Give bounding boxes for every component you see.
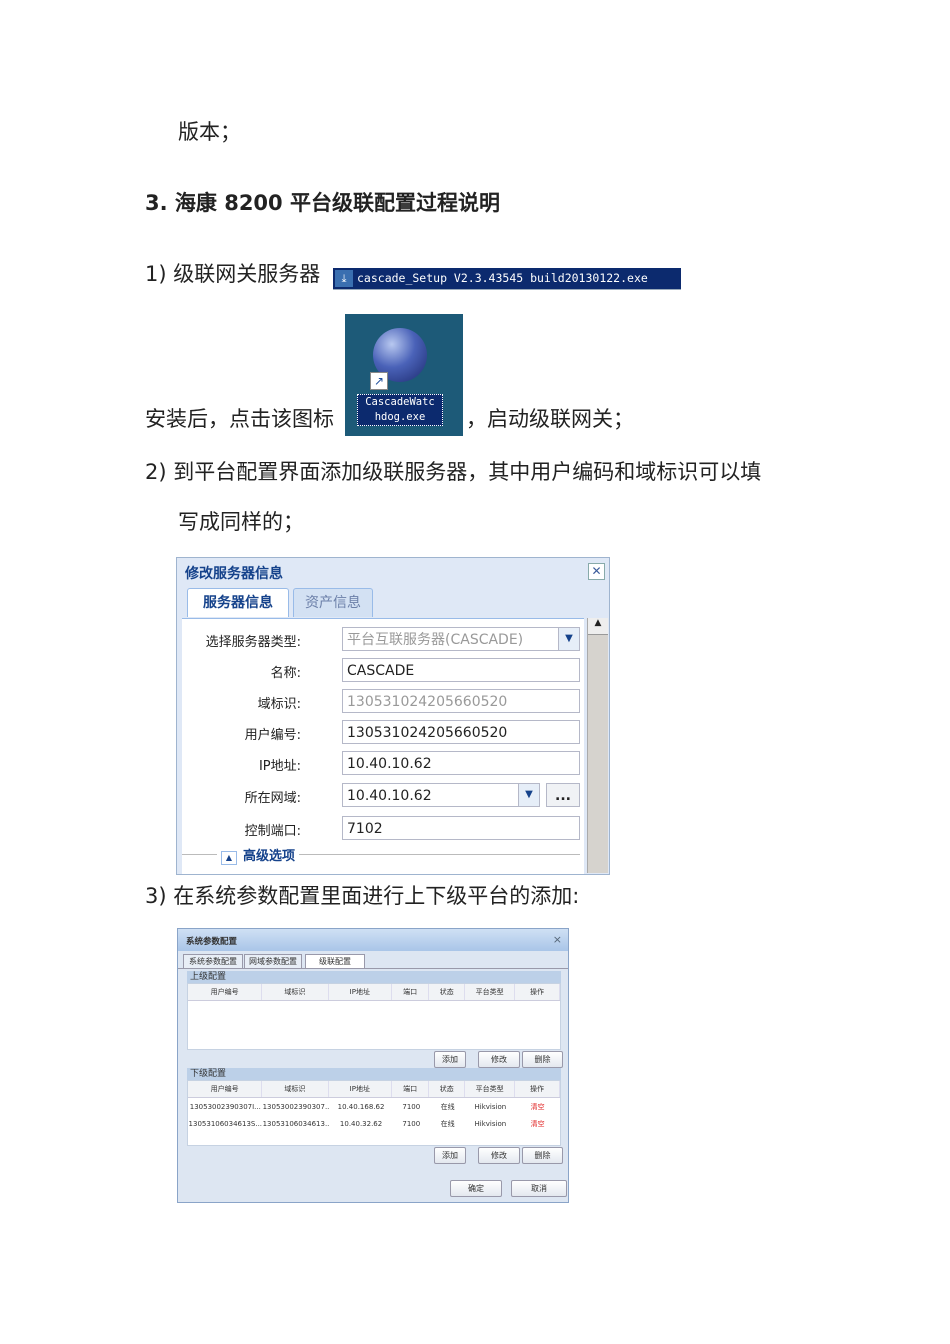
form-panel: 选择服务器类型: 平台互联服务器(CASCADE) ▼ 名称: CASCADE 域…	[182, 618, 584, 874]
column-header[interactable]: 用户编号	[188, 984, 263, 1000]
upper-config-header: 上级配置	[187, 971, 561, 983]
table-header-row: 用户编号 域标识 IP地址 端口 状态 平台类型 操作	[188, 984, 560, 1001]
network-domain-select[interactable]: 10.40.10.62 ▼	[342, 783, 540, 807]
lower-add-button[interactable]: 添加	[434, 1147, 466, 1164]
modify-server-dialog: 修改服务器信息 ✕ 服务器信息 资产信息 选择服务器类型: 平台互联服务器(CA…	[176, 557, 610, 875]
table-cell: 13053002390307...	[262, 1103, 330, 1111]
table-cell: 13053002390307I...	[189, 1103, 261, 1111]
user-id-input[interactable]: 130531024205660520	[342, 720, 580, 744]
system-params-dialog: 系统参数配置 × 系统参数配置 网域参数配置 级联配置 上级配置 用户编号 域标识 I…	[177, 928, 569, 1203]
chevron-down-icon[interactable]: ▼	[518, 784, 539, 806]
scroll-up-icon[interactable]: ▲	[588, 618, 608, 635]
tab-server-info[interactable]: 服务器信息	[187, 588, 289, 617]
tab-network-domain-params[interactable]: 网域参数配置	[244, 954, 302, 968]
table-cell: 10.40.168.62	[337, 1103, 385, 1111]
more-button[interactable]: ...	[546, 783, 580, 807]
column-header[interactable]: 平台类型	[465, 1081, 516, 1097]
advanced-options-toggle[interactable]: ▲ 高级选项	[217, 845, 300, 865]
upper-config-table: 用户编号 域标识 IP地址 端口 状态 平台类型 操作	[187, 983, 561, 1050]
label-name: 名称:	[270, 666, 301, 681]
clear-link[interactable]: 清空	[515, 1116, 560, 1133]
upper-modify-button[interactable]: 修改	[478, 1051, 520, 1068]
label-control-port: 控制端口:	[244, 824, 301, 839]
document-page: 版本； 3. 海康 8200 平台级联配置过程说明 1) 级联网关服务器 ⤓ ca…	[0, 0, 950, 1344]
table-cell: 13053106034613...	[262, 1120, 330, 1128]
tab-cascade-config[interactable]: 级联配置	[305, 954, 365, 968]
label-ip: IP地址:	[258, 759, 301, 774]
label-user-id: 用户编号:	[244, 728, 301, 743]
label-domain-id: 域标识:	[257, 697, 301, 712]
table-cell: 在线	[440, 1120, 455, 1128]
column-header[interactable]: 状态	[429, 984, 466, 1000]
server-type-select[interactable]: 平台互联服务器(CASCADE) ▼	[342, 627, 580, 651]
shortcut-arrow-icon: ↗	[370, 372, 388, 390]
close-icon[interactable]: ✕	[588, 563, 605, 580]
upper-delete-button[interactable]: 删除	[522, 1051, 563, 1068]
clear-link[interactable]: 清空	[515, 1099, 560, 1116]
table-cell: 13053106034613S...	[188, 1120, 263, 1128]
column-header[interactable]: 域标识	[262, 1081, 329, 1097]
installer-filename: cascade_Setup V2.3.43545 build20130122.e…	[357, 271, 648, 285]
table-cell: Hikvision	[474, 1103, 507, 1111]
table-cell: 7100	[402, 1103, 421, 1111]
ip-input[interactable]: 10.40.10.62	[342, 751, 580, 775]
column-header[interactable]: 操作	[515, 984, 560, 1000]
chevron-down-icon[interactable]: ▼	[558, 628, 579, 650]
step1-label: 1) 级联网关服务器	[145, 262, 321, 286]
step1-start: ，启动级联网关；	[466, 407, 634, 431]
section-heading: 3. 海康 8200 平台级联配置过程说明	[145, 191, 500, 215]
tab-system-params[interactable]: 系统参数配置	[183, 954, 243, 968]
installer-file-item[interactable]: ⤓ cascade_Setup V2.3.43545 build20130122.…	[333, 268, 681, 290]
step2-line1: 2) 到平台配置界面添加级联服务器，其中用户编码和域标识可以填	[145, 460, 762, 484]
column-header[interactable]: IP地址	[329, 1081, 393, 1097]
column-header[interactable]: 端口	[392, 1081, 430, 1097]
table-row[interactable]: 13053106034613S... 13053106034613... 10.40…	[188, 1116, 560, 1133]
cascade-watchdog-desktop-icon[interactable]: ↗ CascadeWatc hdog.exe	[345, 314, 463, 436]
version-text: 版本；	[178, 120, 241, 144]
collapse-up-icon: ▲	[221, 851, 237, 865]
domain-id-input[interactable]: 130531024205660520	[342, 689, 580, 713]
lower-modify-button[interactable]: 修改	[478, 1147, 520, 1164]
column-header[interactable]: 平台类型	[465, 984, 516, 1000]
lower-config-header: 下级配置	[187, 1068, 561, 1080]
column-header[interactable]: IP地址	[329, 984, 393, 1000]
step2-line2: 写成同样的；	[178, 510, 304, 534]
ok-button[interactable]: 确定	[450, 1180, 502, 1197]
lower-delete-button[interactable]: 删除	[522, 1147, 563, 1164]
column-header[interactable]: 状态	[429, 1081, 466, 1097]
name-input[interactable]: CASCADE	[342, 658, 580, 682]
label-server-type: 选择服务器类型:	[205, 635, 301, 650]
cancel-button[interactable]: 取消	[511, 1180, 567, 1197]
dialog-title: 修改服务器信息	[185, 566, 283, 582]
lower-config-table: 用户编号 域标识 IP地址 端口 状态 平台类型 操作 13053002390307I... 1…	[187, 1080, 561, 1146]
step1-after-install: 安装后，点击该图标	[145, 407, 334, 431]
tab-asset-info[interactable]: 资产信息	[293, 588, 373, 617]
dialog-title: 系统参数配置	[186, 937, 238, 947]
table-cell: Hikvision	[474, 1120, 507, 1128]
column-header[interactable]: 操作	[515, 1081, 560, 1097]
close-icon[interactable]: ×	[553, 933, 562, 946]
scrollbar[interactable]: ▲	[587, 618, 608, 873]
table-cell: 在线	[440, 1103, 455, 1111]
column-header[interactable]: 端口	[392, 984, 430, 1000]
step3-text: 3) 在系统参数配置里面进行上下级平台的添加:	[145, 884, 580, 908]
column-header[interactable]: 域标识	[262, 984, 329, 1000]
label-network-domain: 所在网域:	[244, 791, 301, 806]
table-cell: 7100	[402, 1120, 421, 1128]
installer-icon: ⤓	[335, 270, 353, 287]
control-port-input[interactable]: 7102	[342, 816, 580, 840]
table-header-row: 用户编号 域标识 IP地址 端口 状态 平台类型 操作	[188, 1081, 560, 1098]
upper-add-button[interactable]: 添加	[434, 1051, 466, 1068]
dialog-titlebar: 系统参数配置 ×	[178, 929, 568, 951]
column-header[interactable]: 用户编号	[188, 1081, 263, 1097]
table-row[interactable]: 13053002390307I... 13053002390307... 10.40…	[188, 1099, 560, 1116]
icon-label: CascadeWatc hdog.exe	[357, 394, 443, 426]
table-cell: 10.40.32.62	[339, 1120, 383, 1128]
